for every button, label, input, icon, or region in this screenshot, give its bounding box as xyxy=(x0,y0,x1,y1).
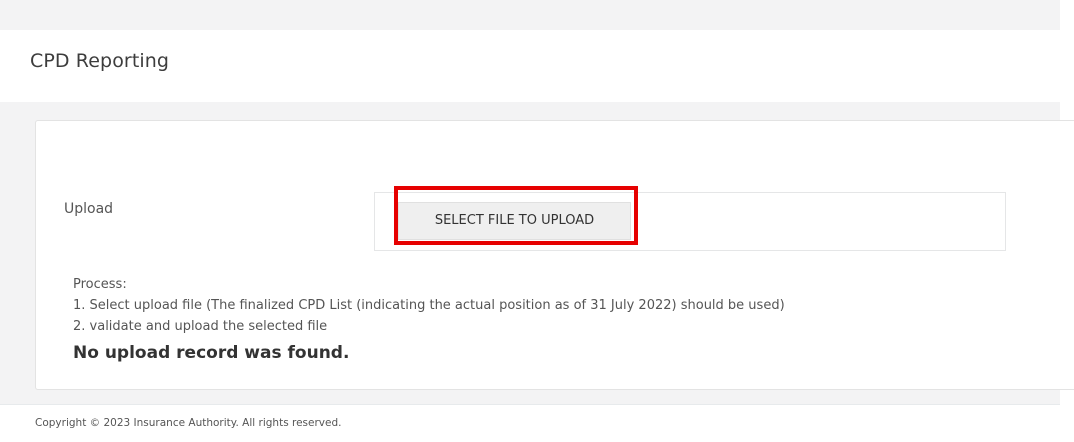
top-strip xyxy=(0,0,1060,30)
process-heading: Process: xyxy=(73,277,127,292)
copyright-text: Copyright © 2023 Insurance Authority. Al… xyxy=(35,417,342,429)
process-step: 2. validate and upload the selected file xyxy=(73,319,328,334)
upload-label: Upload xyxy=(64,201,114,217)
page-header: CPD Reporting xyxy=(0,30,1060,102)
no-record-message: No upload record was found. xyxy=(73,343,350,363)
process-step: 1. Select upload file (The finalized CPD… xyxy=(73,298,785,313)
page-title: CPD Reporting xyxy=(30,50,170,72)
process-instructions: Process: 1. Select upload file (The fina… xyxy=(73,274,785,337)
footer: Copyright © 2023 Insurance Authority. Al… xyxy=(0,404,1060,442)
select-file-button[interactable]: SELECT FILE TO UPLOAD xyxy=(398,202,631,240)
